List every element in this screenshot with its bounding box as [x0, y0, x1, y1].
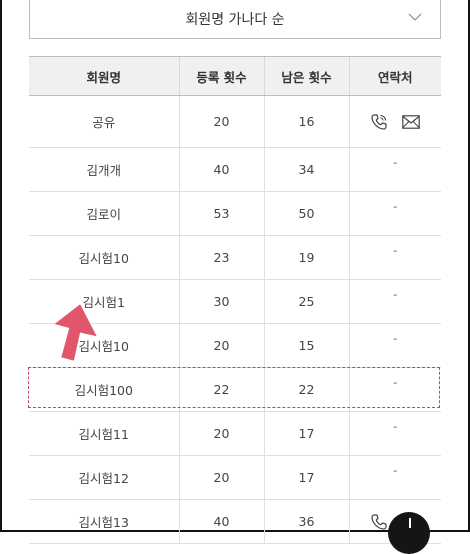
remaining-count: 15 — [263, 323, 349, 368]
contact-cell: - — [348, 323, 441, 368]
remaining-count: 34 — [263, 147, 349, 192]
remaining-count: 25 — [263, 279, 349, 324]
table-header-row: 회원명 등록 횟수 남은 횟수 연락처 — [29, 56, 441, 96]
contact-cell — [348, 95, 441, 148]
contact-cell: - — [348, 279, 441, 324]
member-name: 김시험10 — [29, 235, 179, 280]
header-registered-count: 등록 횟수 — [178, 56, 264, 96]
highlighted-row-outline — [28, 367, 440, 408]
table-row[interactable]: 김개개 40 34 - — [29, 147, 441, 192]
remaining-count: 19 — [263, 235, 349, 280]
table-row[interactable]: 김시험12 20 17 - — [29, 455, 441, 500]
table-row[interactable]: 김시험10 23 19 - — [29, 235, 441, 280]
contact-cell: - — [348, 411, 441, 456]
member-name: 김시험11 — [29, 411, 179, 456]
member-name: 김시험13 — [29, 499, 179, 544]
table-row[interactable]: 김시험13 40 36 — [29, 499, 441, 544]
remaining-count: 16 — [263, 95, 349, 148]
member-name: 김개개 — [29, 147, 179, 192]
phone-icon[interactable] — [370, 513, 388, 531]
contact-cell: - — [348, 147, 441, 192]
header-remaining-count: 남은 횟수 — [263, 56, 349, 96]
registered-count: 40 — [178, 147, 264, 192]
contact-empty: - — [393, 156, 398, 169]
contact-empty: - — [393, 244, 398, 257]
registered-count: 20 — [178, 95, 264, 148]
remaining-count: 17 — [263, 455, 349, 500]
contact-empty: - — [393, 332, 398, 345]
pointer-arrow-icon — [54, 304, 97, 361]
header-contact: 연락처 — [348, 56, 441, 96]
table-row[interactable]: 김시험11 20 17 - — [29, 411, 441, 456]
registered-count: 20 — [178, 455, 264, 500]
registered-count: 40 — [178, 499, 264, 544]
registered-count: 53 — [178, 191, 264, 236]
contact-empty: - — [393, 464, 398, 477]
remaining-count: 17 — [263, 411, 349, 456]
remaining-count: 36 — [263, 499, 349, 544]
member-table: 회원명 등록 횟수 남은 횟수 연락처 공유 20 16 김개개 40 34 -… — [29, 56, 441, 544]
contact-empty: - — [393, 200, 398, 213]
contact-empty: - — [393, 420, 398, 433]
registered-count: 20 — [178, 323, 264, 368]
member-name: 김시험12 — [29, 455, 179, 500]
table-row[interactable]: 공유 20 16 — [29, 95, 441, 148]
member-name: 김로이 — [29, 191, 179, 236]
header-member-name: 회원명 — [29, 56, 179, 96]
sort-dropdown[interactable]: 회원명 가나다 순 — [29, 0, 441, 39]
contact-cell: - — [348, 235, 441, 280]
phone-icon[interactable] — [370, 113, 388, 131]
table-row[interactable]: 김로이 53 50 - — [29, 191, 441, 236]
sort-dropdown-label: 회원명 가나다 순 — [185, 12, 285, 28]
member-name: 공유 — [29, 95, 179, 148]
plus-icon — [409, 518, 411, 528]
remaining-count: 50 — [263, 191, 349, 236]
registered-count: 20 — [178, 411, 264, 456]
registered-count: 30 — [178, 279, 264, 324]
contact-empty: - — [393, 288, 398, 301]
contact-cell: - — [348, 455, 441, 500]
contact-cell: - — [348, 191, 441, 236]
chevron-down-icon — [408, 13, 422, 21]
mail-icon[interactable] — [402, 114, 421, 129]
registered-count: 23 — [178, 235, 264, 280]
